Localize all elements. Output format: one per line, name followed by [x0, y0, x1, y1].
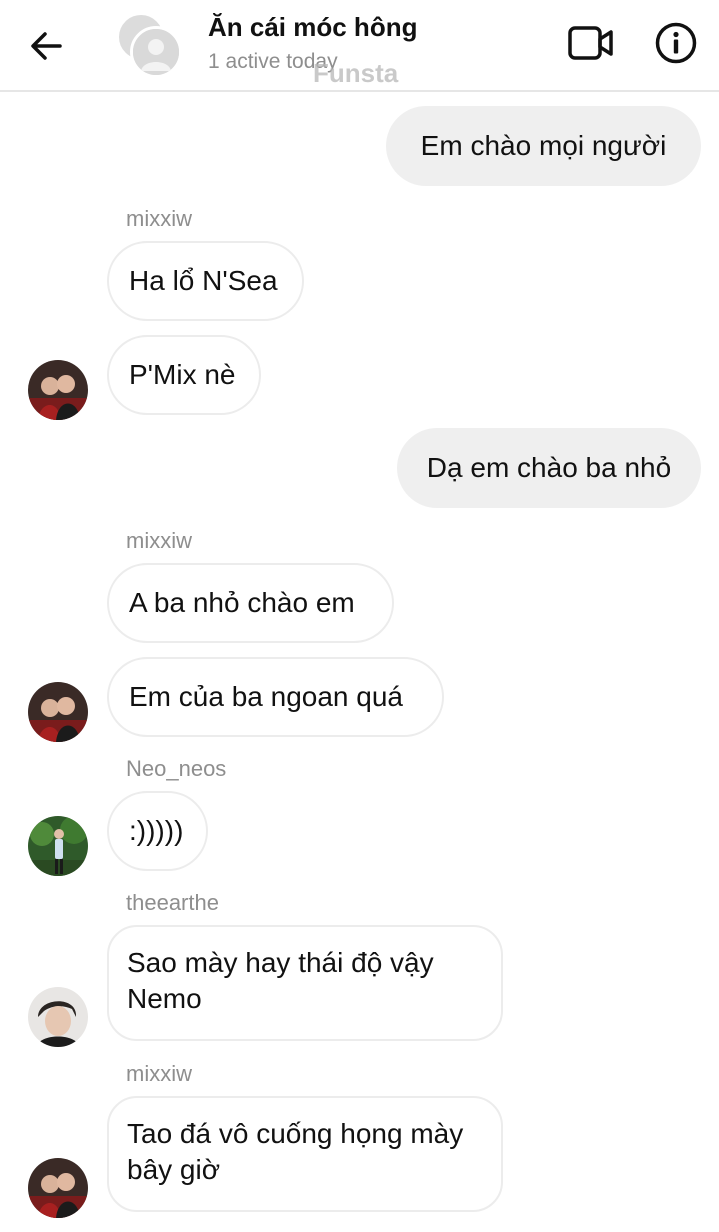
incoming-message[interactable]: Tao đá vô cuống họng mày bây giờ	[107, 1096, 503, 1212]
avatar[interactable]	[28, 816, 88, 876]
avatar[interactable]	[28, 360, 88, 420]
back-arrow-icon[interactable]	[26, 26, 66, 66]
sender-name: Neo_neos	[126, 756, 227, 781]
outgoing-message[interactable]: Em chào mọi người	[386, 106, 701, 186]
incoming-message[interactable]: P'Mix nè	[107, 335, 261, 415]
incoming-message[interactable]: A ba nhỏ chào em	[107, 563, 394, 643]
chat-title[interactable]: Ăn cái móc hông	[208, 12, 417, 43]
member-avatar-placeholder	[130, 26, 182, 78]
avatar[interactable]	[28, 1158, 88, 1218]
avatar[interactable]	[28, 987, 88, 1047]
chat-header: Ăn cái móc hông 1 active today Funsta	[0, 0, 719, 92]
incoming-message[interactable]: Em của ba ngoan quá	[107, 657, 444, 737]
video-call-icon[interactable]	[566, 20, 616, 66]
watermark: Funsta	[313, 58, 399, 88]
sender-name: mixxiw	[126, 206, 192, 231]
outgoing-message[interactable]: Dạ em chào ba nhỏ	[397, 428, 701, 508]
group-avatar[interactable]	[116, 12, 182, 78]
incoming-message[interactable]: Sao mày hay thái độ vậy Nemo	[107, 925, 503, 1041]
avatar[interactable]	[28, 682, 88, 742]
incoming-message[interactable]: Ha lổ N'Sea	[107, 241, 304, 321]
sender-name: mixxiw	[126, 528, 192, 553]
sender-name: mixxiw	[126, 1061, 192, 1086]
info-icon[interactable]	[654, 21, 698, 65]
sender-name: theearthe	[126, 890, 219, 915]
incoming-message[interactable]: :)))))	[107, 791, 208, 871]
